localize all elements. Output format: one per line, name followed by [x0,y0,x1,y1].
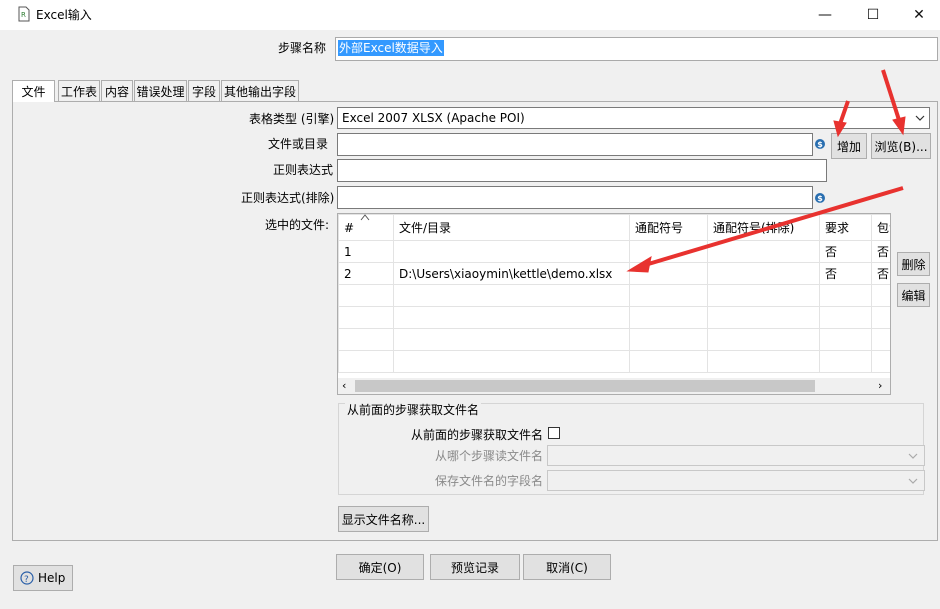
spreadsheet-type-select[interactable]: Excel 2007 XLSX (Apache POI) [337,107,930,129]
empty-row [338,328,890,351]
app-icon: R [18,6,30,22]
previous-step-group-title: 从前面的步骤获取文件名 [345,401,482,418]
regex-input[interactable] [337,159,827,182]
regex-label: 正则表达式 [273,163,334,177]
preview-button[interactable]: 预览记录 [430,554,520,580]
add-button[interactable]: 增加 [831,133,867,159]
horizontal-scrollbar[interactable]: ‹ › [338,378,890,394]
svg-text:R: R [21,11,26,19]
regex-exclude-input[interactable] [337,186,813,209]
filename-field-label: 保存文件名的字段名 [435,474,544,488]
chevron-down-icon [908,453,918,459]
file-or-dir-label: 文件或目录 [268,137,329,151]
maximize-icon: ☐ [866,7,880,23]
edit-button[interactable]: 编辑 [897,283,930,307]
step-name-label: 步骤名称 [278,41,327,55]
variable-info-icon: $ [815,139,825,149]
delete-button[interactable]: 删除 [897,252,930,276]
tab-error-handling[interactable]: 错误处理 [134,80,187,101]
chevron-down-icon [908,478,918,484]
column-header[interactable]: 通配符号(排除) [707,214,820,241]
source-step-select[interactable] [547,445,925,466]
source-step-label: 从哪个步骤读文件名 [435,449,544,463]
show-filenames-button[interactable]: 显示文件名称... [338,506,429,532]
tab-other-output-fields[interactable]: 其他输出字段 [221,80,299,101]
selected-files-label: 选中的文件: [265,218,330,232]
table-header-row: # 文件/目录 通配符号 通配符号(排除) 要求 包含子目录 [338,214,890,241]
empty-row [338,306,890,329]
table-row[interactable]: 2 D:\Users\xiaoymin\kettle\demo.xlsx 否 否 [338,262,890,285]
step-name-input[interactable]: 外部Excel数据导入 [335,37,938,61]
column-header[interactable]: 要求 [819,214,872,241]
scroll-left-icon[interactable]: ‹ [342,379,346,392]
maximize-button[interactable]: ☐ [850,0,896,30]
minimize-icon: — [818,7,832,23]
scroll-right-icon[interactable]: › [878,379,882,392]
filename-field-select[interactable] [547,470,925,491]
accept-filenames-label: 从前面的步骤获取文件名 [411,428,544,442]
accept-filenames-checkbox[interactable] [548,427,560,439]
spreadsheet-type-value: Excel 2007 XLSX (Apache POI) [342,111,525,125]
regex-exclude-label: 正则表达式(排除) [241,191,335,205]
table-row[interactable]: 1 否 否 [338,240,890,263]
help-label: Help [38,571,66,585]
column-header[interactable]: 文件/目录 [393,214,630,241]
help-button[interactable]: ? Help [13,565,73,591]
tab-content[interactable]: 内容 [101,80,133,101]
sort-ascending-icon [360,214,370,221]
minimize-button[interactable]: — [802,0,848,30]
close-button[interactable]: ✕ [896,0,940,30]
svg-text:?: ? [24,575,29,585]
browse-button[interactable]: 浏览(B)... [871,133,931,159]
tab-sheet[interactable]: 工作表 [58,80,100,101]
file-or-dir-input[interactable] [337,133,813,156]
spreadsheet-type-label: 表格类型 (引擎) [249,112,335,126]
column-header[interactable]: 通配符号 [629,214,708,241]
chevron-down-icon [915,115,925,121]
step-name-value: 外部Excel数据导入 [338,40,444,56]
selected-files-table[interactable]: # 文件/目录 通配符号 通配符号(排除) 要求 包含子目录 1 否 否 2 D… [337,213,891,395]
close-icon: ✕ [913,7,925,23]
window-title: Excel输入 [36,8,92,22]
column-header[interactable]: 包含子目录 [871,214,890,241]
variable-info-icon: $ [815,193,825,203]
cancel-button[interactable]: 取消(C) [523,554,611,580]
empty-row [338,350,890,373]
title-bar: R Excel输入 — ☐ ✕ [0,0,940,30]
tab-file[interactable]: 文件 [12,80,55,102]
tab-fields[interactable]: 字段 [188,80,220,101]
help-icon: ? [20,571,34,585]
empty-row [338,284,890,307]
ok-button[interactable]: 确定(O) [336,554,424,580]
scrollbar-thumb[interactable] [355,380,815,392]
